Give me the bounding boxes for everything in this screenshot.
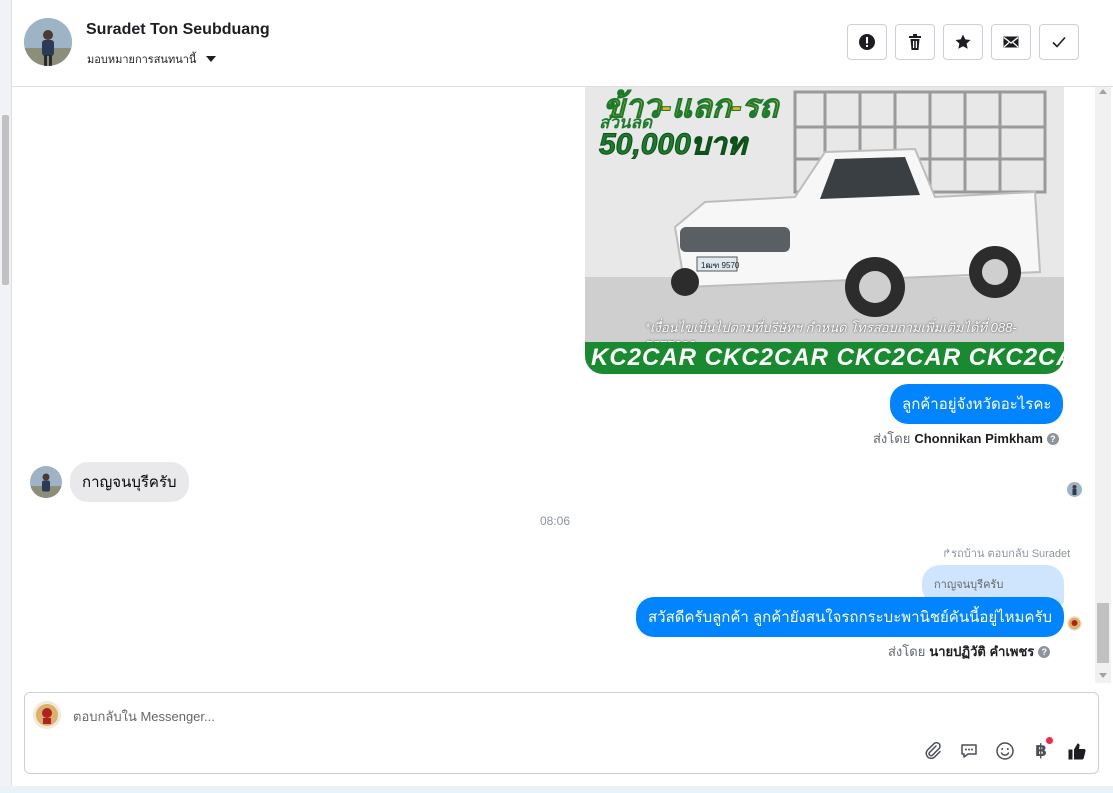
emoji-icon [996, 742, 1014, 760]
assign-label: มอบหมายการสนทนานี้ [87, 54, 197, 66]
caret-down-icon [206, 56, 217, 62]
delete-button[interactable] [895, 24, 935, 60]
contact-name[interactable]: Suradet Ton Seubduang [86, 21, 270, 39]
mark-done-button[interactable] [1039, 24, 1079, 60]
left-scrollbar[interactable] [0, 0, 12, 793]
reply-input[interactable] [73, 705, 873, 727]
contact-avatar[interactable] [24, 18, 72, 66]
emoji-button[interactable] [993, 739, 1017, 763]
sent-by-name: นายปฏิวัติ คำเพชร [929, 644, 1035, 659]
sender-avatar[interactable] [30, 466, 62, 498]
baht-payment-icon: ฿ [1035, 741, 1047, 760]
star-icon [955, 34, 971, 49]
ad-discount-amount: 50,000บาท [598, 128, 747, 162]
ad-brand-band: KC2CAR CKC2CAR CKC2CAR CKC2CAR CKC2 [585, 342, 1064, 374]
reply-context-text: รถบ้าน ตอบกลับ Suradet [951, 548, 1071, 560]
scroll-down-arrow-icon[interactable] [1099, 673, 1107, 678]
notification-dot [1046, 737, 1053, 744]
license-plate: 1ฒฑ 9570 [701, 261, 740, 270]
sent-by-name: Chonnikan Pimkham [914, 431, 1043, 446]
spam-button[interactable] [847, 24, 887, 60]
alert-circle-icon [859, 34, 875, 50]
conversation-header: Suradet Ton Seubduang มอบหมายการสนทนานี้ [12, 0, 1113, 87]
page-avatar [33, 701, 61, 729]
mark-unread-button[interactable] [991, 24, 1031, 60]
star-button[interactable] [943, 24, 983, 60]
incoming-message[interactable]: กาญจนบุรีครับ [70, 462, 189, 502]
trash-icon [909, 34, 921, 50]
message-timestamp: 08:06 [540, 514, 571, 528]
help-icon[interactable]: ? [1046, 432, 1059, 445]
reply-arrow-icon: ↱ [942, 548, 952, 560]
sent-by-prefix: ส่งโดย [888, 644, 926, 659]
like-button[interactable] [1065, 739, 1089, 763]
sent-by-prefix: ส่งโดย [873, 431, 911, 446]
sent-by-info: ส่งโดย Chonnikan Pimkham ? [873, 428, 1059, 449]
assign-conversation-dropdown[interactable]: มอบหมายการสนทนานี้ [87, 50, 217, 68]
sent-by-info: ส่งโดย นายปฏิวัติ คำเพชร ? [888, 641, 1051, 662]
scroll-up-arrow-icon[interactable] [1099, 89, 1107, 94]
thumbs-up-icon [1068, 743, 1086, 760]
bottom-edge [0, 786, 1113, 793]
read-receipt-avatar [1067, 482, 1082, 497]
saved-replies-button[interactable] [957, 739, 981, 763]
ad-band-text: KC2CAR CKC2CAR CKC2CAR CKC2CAR CKC2 [591, 344, 1064, 371]
reply-context: ↱รถบ้าน ตอบกลับ Suradet [942, 544, 1070, 562]
paperclip-icon [925, 741, 941, 760]
help-icon[interactable]: ? [1038, 645, 1051, 658]
image-attachment[interactable]: ข้าว-แลก-รถ ส่วนลด 50,000บาท 1ฒฑ 9570 *เ… [585, 87, 1064, 374]
message-list-scrollbar[interactable] [1095, 87, 1111, 683]
checkmark-icon [1052, 36, 1066, 48]
attach-button[interactable] [921, 739, 945, 763]
page-avatar [1067, 616, 1082, 631]
outgoing-message[interactable]: สวัสดีครับลูกค้า ลูกค้ายังสนใจรถกระบะพาน… [636, 597, 1065, 637]
quick-reply-icon [961, 744, 977, 758]
scrollbar-thumb[interactable] [1097, 603, 1109, 663]
outgoing-message[interactable]: ลูกค้าอยู่จังหวัดอะไรคะ [890, 384, 1064, 424]
envelope-icon [1003, 36, 1019, 48]
left-scrollbar-thumb[interactable] [2, 115, 9, 285]
reply-composer: ฿ [24, 692, 1099, 774]
